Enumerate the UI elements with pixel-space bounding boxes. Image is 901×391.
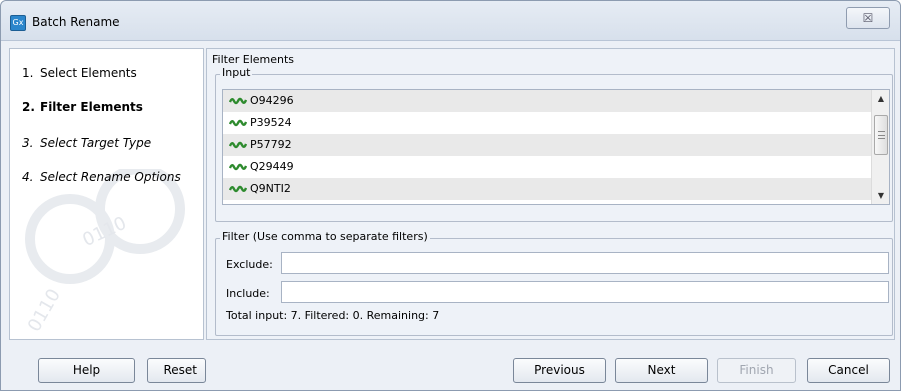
svg-text:0110: 0110 <box>24 285 65 335</box>
protein-sequence-icon <box>229 185 247 193</box>
help-button[interactable]: Help <box>38 358 135 383</box>
title-bar[interactable]: Gx Batch Rename ☒ <box>1 1 900 41</box>
batch-rename-dialog: Gx Batch Rename ☒ 0110 0110 1. Select Ele… <box>0 0 901 391</box>
filter-summary: Total input: 7. Filtered: 0. Remaining: … <box>226 309 440 322</box>
input-group-label: Input <box>220 66 253 79</box>
watermark-logo-icon: 0110 0110 <box>24 169 185 336</box>
next-button[interactable]: Next <box>615 358 708 383</box>
close-icon: ☒ <box>862 11 874 25</box>
wizard-steps-panel: 0110 0110 1. Select Elements 2. Filter Ele… <box>9 48 204 340</box>
scroll-thumb[interactable] <box>874 115 888 155</box>
protein-sequence-icon <box>229 141 247 149</box>
panel-title: Filter Elements <box>212 53 295 66</box>
scroll-down-arrow-icon[interactable]: ▼ <box>872 187 889 204</box>
list-scrollbar[interactable]: ▲ ▼ <box>871 90 889 204</box>
list-item[interactable]: P39524 <box>223 112 871 134</box>
step-filter-elements: 2. Filter Elements <box>22 100 143 114</box>
list-item[interactable]: Q9NTI2 <box>223 178 871 200</box>
filter-group-label: Filter (Use comma to separate filters) <box>220 230 430 243</box>
list-item[interactable]: P57792 <box>223 134 871 156</box>
protein-sequence-icon <box>229 119 247 127</box>
list-item[interactable]: Q29449 <box>223 156 871 178</box>
input-list[interactable]: O94296 P39524 P57792 Q29449 Q9NTI2 ▲ ▼ <box>222 89 890 205</box>
exclude-field[interactable] <box>281 252 889 274</box>
cancel-button[interactable]: Cancel <box>807 358 890 383</box>
exclude-label: Exclude: <box>226 258 273 271</box>
protein-sequence-icon <box>229 163 247 171</box>
window-title: Batch Rename <box>32 15 120 29</box>
scroll-up-arrow-icon[interactable]: ▲ <box>872 90 889 107</box>
finish-button: Finish <box>717 358 796 383</box>
close-button[interactable]: ☒ <box>846 7 890 29</box>
app-icon: Gx <box>10 15 26 31</box>
include-label: Include: <box>226 287 270 300</box>
grip-icon <box>878 131 885 139</box>
previous-button[interactable]: Previous <box>513 358 606 383</box>
list-item[interactable]: O94296 <box>223 90 871 112</box>
reset-button[interactable]: Reset <box>147 358 206 383</box>
step-select-rename-options: 4. Select Rename Options <box>22 170 181 184</box>
step-select-elements: 1. Select Elements <box>22 66 137 80</box>
include-field[interactable] <box>281 281 889 303</box>
step-select-target-type: 3. Select Target Type <box>22 136 152 150</box>
protein-sequence-icon <box>229 97 247 105</box>
